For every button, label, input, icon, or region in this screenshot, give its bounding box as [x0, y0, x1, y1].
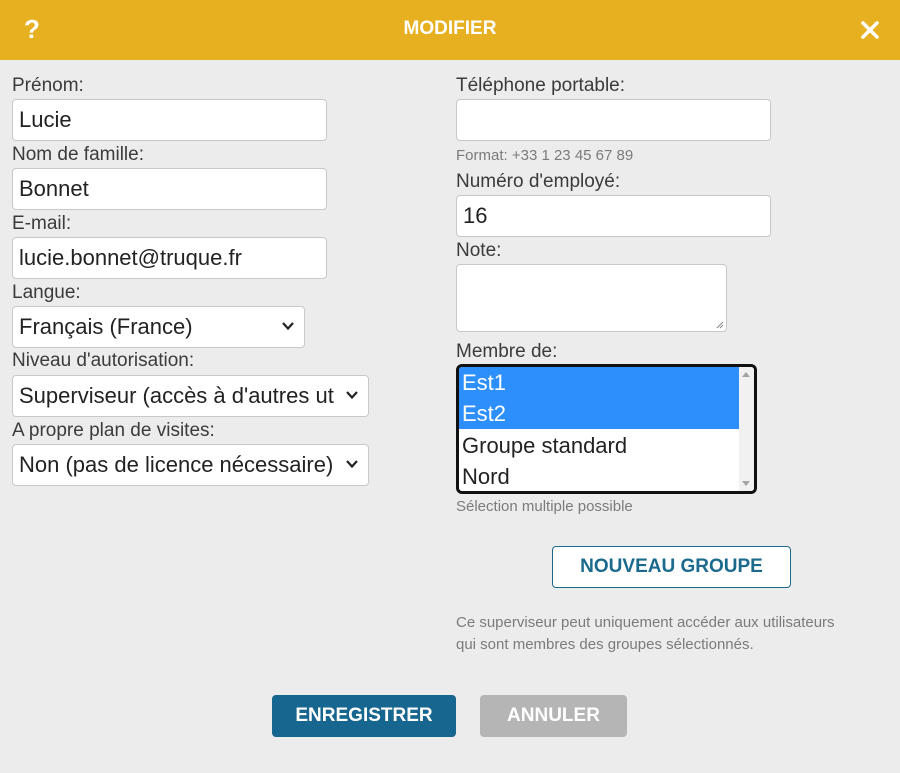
listbox-scrollbar[interactable]	[739, 367, 754, 491]
group-option-groupe-standard[interactable]: Groupe standard	[459, 430, 739, 461]
last-name-value: Bonnet	[19, 176, 89, 201]
chevron-down-icon	[282, 322, 294, 331]
last-name-input[interactable]: Bonnet	[12, 168, 327, 210]
employee-number-input[interactable]: 16	[456, 195, 771, 237]
authorization-select[interactable]: Superviseur (accès à d'autres ut	[12, 375, 369, 417]
visit-plan-value: Non (pas de licence nécessaire)	[19, 452, 334, 477]
mobile-format-hint: Format: +33 1 23 45 67 89	[456, 147, 634, 164]
save-button[interactable]: ENREGISTRER	[272, 695, 456, 737]
supervisor-info-text: Ce superviseur peut uniquement accéder a…	[456, 612, 896, 656]
mobile-input[interactable]	[456, 99, 771, 141]
authorization-label: Niveau d'autorisation:	[12, 350, 195, 371]
scroll-down-arrow-icon[interactable]	[742, 481, 750, 486]
member-of-label: Membre de:	[456, 341, 558, 362]
authorization-value: Superviseur (accès à d'autres ut	[19, 383, 334, 408]
scroll-up-arrow-icon[interactable]	[742, 372, 750, 377]
email-label: E-mail:	[12, 213, 72, 234]
employee-number-value: 16	[463, 203, 488, 228]
mobile-label: Téléphone portable:	[456, 75, 626, 96]
dialog-header: ? MODIFIER	[0, 0, 900, 60]
first-name-input[interactable]: Lucie	[12, 99, 327, 141]
info-line-1: Ce superviseur peut uniquement accéder a…	[456, 614, 835, 631]
group-option-est1[interactable]: Est1	[459, 367, 739, 398]
chevron-down-icon	[346, 460, 358, 469]
first-name-label: Prénom:	[12, 75, 84, 96]
member-of-listbox[interactable]: Est1 Est2 Groupe standard Nord	[456, 364, 757, 494]
group-option-nord[interactable]: Nord	[459, 461, 739, 491]
chevron-down-icon	[346, 391, 358, 400]
new-group-button[interactable]: NOUVEAU GROUPE	[552, 546, 791, 588]
first-name-value: Lucie	[19, 107, 72, 132]
close-icon[interactable]	[857, 17, 883, 43]
employee-number-label: Numéro d'employé:	[456, 171, 621, 192]
group-option-est2[interactable]: Est2	[459, 398, 739, 429]
cancel-button[interactable]: ANNULER	[480, 695, 627, 737]
multiple-selection-hint: Sélection multiple possible	[456, 498, 633, 515]
last-name-label: Nom de famille:	[12, 144, 144, 165]
language-select[interactable]: Français (France)	[12, 306, 305, 348]
info-line-2: qui sont membres des groupes sélectionné…	[456, 636, 754, 653]
resize-grip-icon[interactable]	[716, 321, 724, 329]
note-label: Note:	[456, 240, 502, 261]
note-textarea[interactable]	[456, 264, 727, 332]
email-input[interactable]: lucie.bonnet@truque.fr	[12, 237, 327, 279]
language-value: Français (France)	[19, 314, 193, 339]
visit-plan-label: A propre plan de visites:	[12, 420, 215, 441]
dialog-title: MODIFIER	[403, 18, 497, 39]
visit-plan-select[interactable]: Non (pas de licence nécessaire)	[12, 444, 369, 486]
email-value: lucie.bonnet@truque.fr	[19, 245, 242, 270]
language-label: Langue:	[12, 282, 81, 303]
